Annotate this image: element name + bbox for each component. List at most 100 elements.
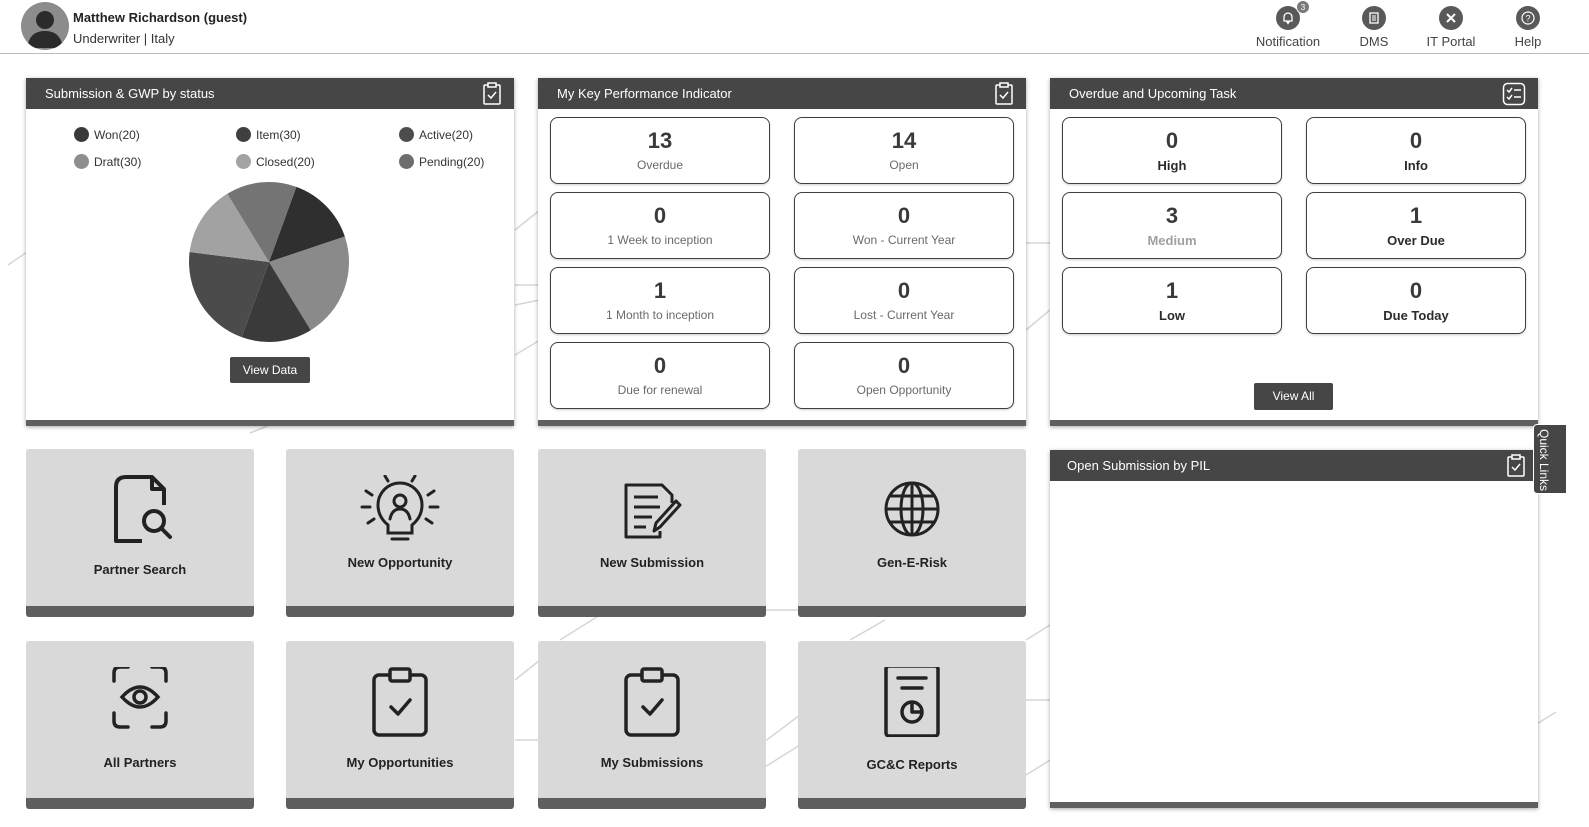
view-data-button[interactable]: View Data [230,357,310,383]
notification-badge: 3 [1296,0,1310,14]
legend-dot-icon [236,154,251,169]
kpi-label: 1 Month to inception [605,308,715,322]
legend-item-draft: Draft(30) [74,154,141,169]
kpi-label: Overdue [636,158,684,172]
lightbulb-person-icon [360,475,440,541]
tile-new-submission[interactable]: New Submission [538,449,766,617]
checklist-icon[interactable] [1502,82,1526,106]
kpi-label: 1 Week to inception [607,233,713,247]
tile-label: Gen-E-Risk [876,555,948,570]
help-button[interactable]: ? Help [1512,6,1544,49]
submission-panel-title: Submission & GWP by status [45,86,215,101]
task-info[interactable]: 0 Info [1306,117,1526,184]
kpi-open-opportunity[interactable]: 0 Open Opportunity [794,342,1014,409]
dms-button[interactable]: DMS [1358,6,1390,49]
top-header: Matthew Richardson (guest) Underwriter |… [0,0,1589,54]
kpi-month-to-inception[interactable]: 1 1 Month to inception [550,267,770,334]
pil-panel-title: Open Submission by PIL [1067,458,1211,473]
tile-my-opportunities[interactable]: My Opportunities [286,641,514,809]
legend-label: Item(30) [256,127,301,142]
kpi-value: 0 [897,278,911,303]
task-over-due[interactable]: 1 Over Due [1306,192,1526,259]
user-name: Matthew Richardson (guest) [73,10,248,25]
legend-dot-icon [399,154,414,169]
legend-label: Active(20) [419,127,474,142]
task-value: 0 [1409,128,1423,153]
task-high[interactable]: 0 High [1062,117,1282,184]
view-all-button[interactable]: View All [1254,383,1333,410]
clipboard-check-icon[interactable] [1506,454,1526,478]
legend-item-item: Item(30) [236,127,301,142]
globe-icon [884,481,940,537]
task-label: Due Today [1383,308,1449,323]
help-label: Help [1514,34,1542,49]
task-value: 1 [1165,278,1179,303]
legend-label: Pending(20) [419,154,485,169]
document-edit-icon [624,483,682,539]
submission-status-panel: Submission & GWP by status Won(20) Item(… [26,78,514,426]
kpi-lost-current-year[interactable]: 0 Lost - Current Year [794,267,1014,334]
kpi-value: 13 [647,128,673,153]
task-label: Over Due [1387,233,1445,248]
help-icon: ? [1516,6,1540,30]
task-value: 0 [1165,128,1179,153]
kpi-value: 0 [897,353,911,378]
kpi-label: Open Opportunity [856,383,952,397]
clipboard-check-icon[interactable] [482,82,502,106]
tile-label: Partner Search [93,562,187,577]
pil-panel-header: Open Submission by PIL [1050,450,1538,481]
tile-label: GC&C Reports [866,757,958,772]
kpi-won-current-year[interactable]: 0 Won - Current Year [794,192,1014,259]
kpi-panel-header: My Key Performance Indicator [538,78,1026,109]
user-avatar-icon [27,11,63,48]
kpi-panel-title: My Key Performance Indicator [557,86,732,101]
task-panel-title: Overdue and Upcoming Task [1069,86,1237,101]
kpi-value: 1 [653,278,667,303]
svg-text:?: ? [1525,14,1530,24]
document-search-icon [114,475,172,543]
tile-my-submissions[interactable]: My Submissions [538,641,766,809]
tools-icon [1439,6,1463,30]
tile-new-opportunity[interactable]: New Opportunity [286,449,514,617]
clipboard-check-icon [624,667,680,737]
bell-icon: 3 [1276,0,1310,30]
submission-panel-header: Submission & GWP by status [26,78,514,109]
kpi-overdue[interactable]: 13 Overdue [550,117,770,184]
kpi-value: 14 [891,128,917,153]
notification-button[interactable]: 3 Notification [1254,0,1322,49]
it-portal-label: IT Portal [1426,34,1476,49]
it-portal-button[interactable]: IT Portal [1424,6,1478,49]
task-panel: Overdue and Upcoming Task 0 High 0 Info … [1050,78,1538,426]
kpi-due-for-renewal[interactable]: 0 Due for renewal [550,342,770,409]
avatar[interactable] [21,2,69,50]
quick-links-label: Quick Links [1537,429,1551,492]
task-label: Info [1404,158,1428,173]
tile-label: My Opportunities [346,755,454,770]
document-icon [1362,6,1386,30]
kpi-label: Due for renewal [617,383,703,397]
pie-chart[interactable] [188,181,350,343]
tile-partner-search[interactable]: Partner Search [26,449,254,617]
tile-gen-e-risk[interactable]: Gen-E-Risk [798,449,1026,617]
dms-label: DMS [1359,34,1389,49]
task-low[interactable]: 1 Low [1062,267,1282,334]
legend-dot-icon [236,127,251,142]
clipboard-check-icon[interactable] [994,82,1014,106]
task-due-today[interactable]: 0 Due Today [1306,267,1526,334]
kpi-panel: My Key Performance Indicator 13 Overdue … [538,78,1026,426]
task-panel-header: Overdue and Upcoming Task [1050,78,1538,109]
legend-dot-icon [74,154,89,169]
kpi-label: Open [889,158,919,172]
legend-dot-icon [399,127,414,142]
task-medium[interactable]: 3 Medium [1062,192,1282,259]
kpi-label: Lost - Current Year [853,308,955,322]
quick-links-tab[interactable]: Quick Links [1533,424,1567,494]
kpi-value: 0 [897,203,911,228]
kpi-open[interactable]: 14 Open [794,117,1014,184]
tile-label: My Submissions [600,755,704,770]
kpi-week-to-inception[interactable]: 0 1 Week to inception [550,192,770,259]
user-role: Underwriter | Italy [73,31,175,46]
tile-all-partners[interactable]: All Partners [26,641,254,809]
tile-gcc-reports[interactable]: GC&C Reports [798,641,1026,809]
task-label: High [1157,158,1187,173]
